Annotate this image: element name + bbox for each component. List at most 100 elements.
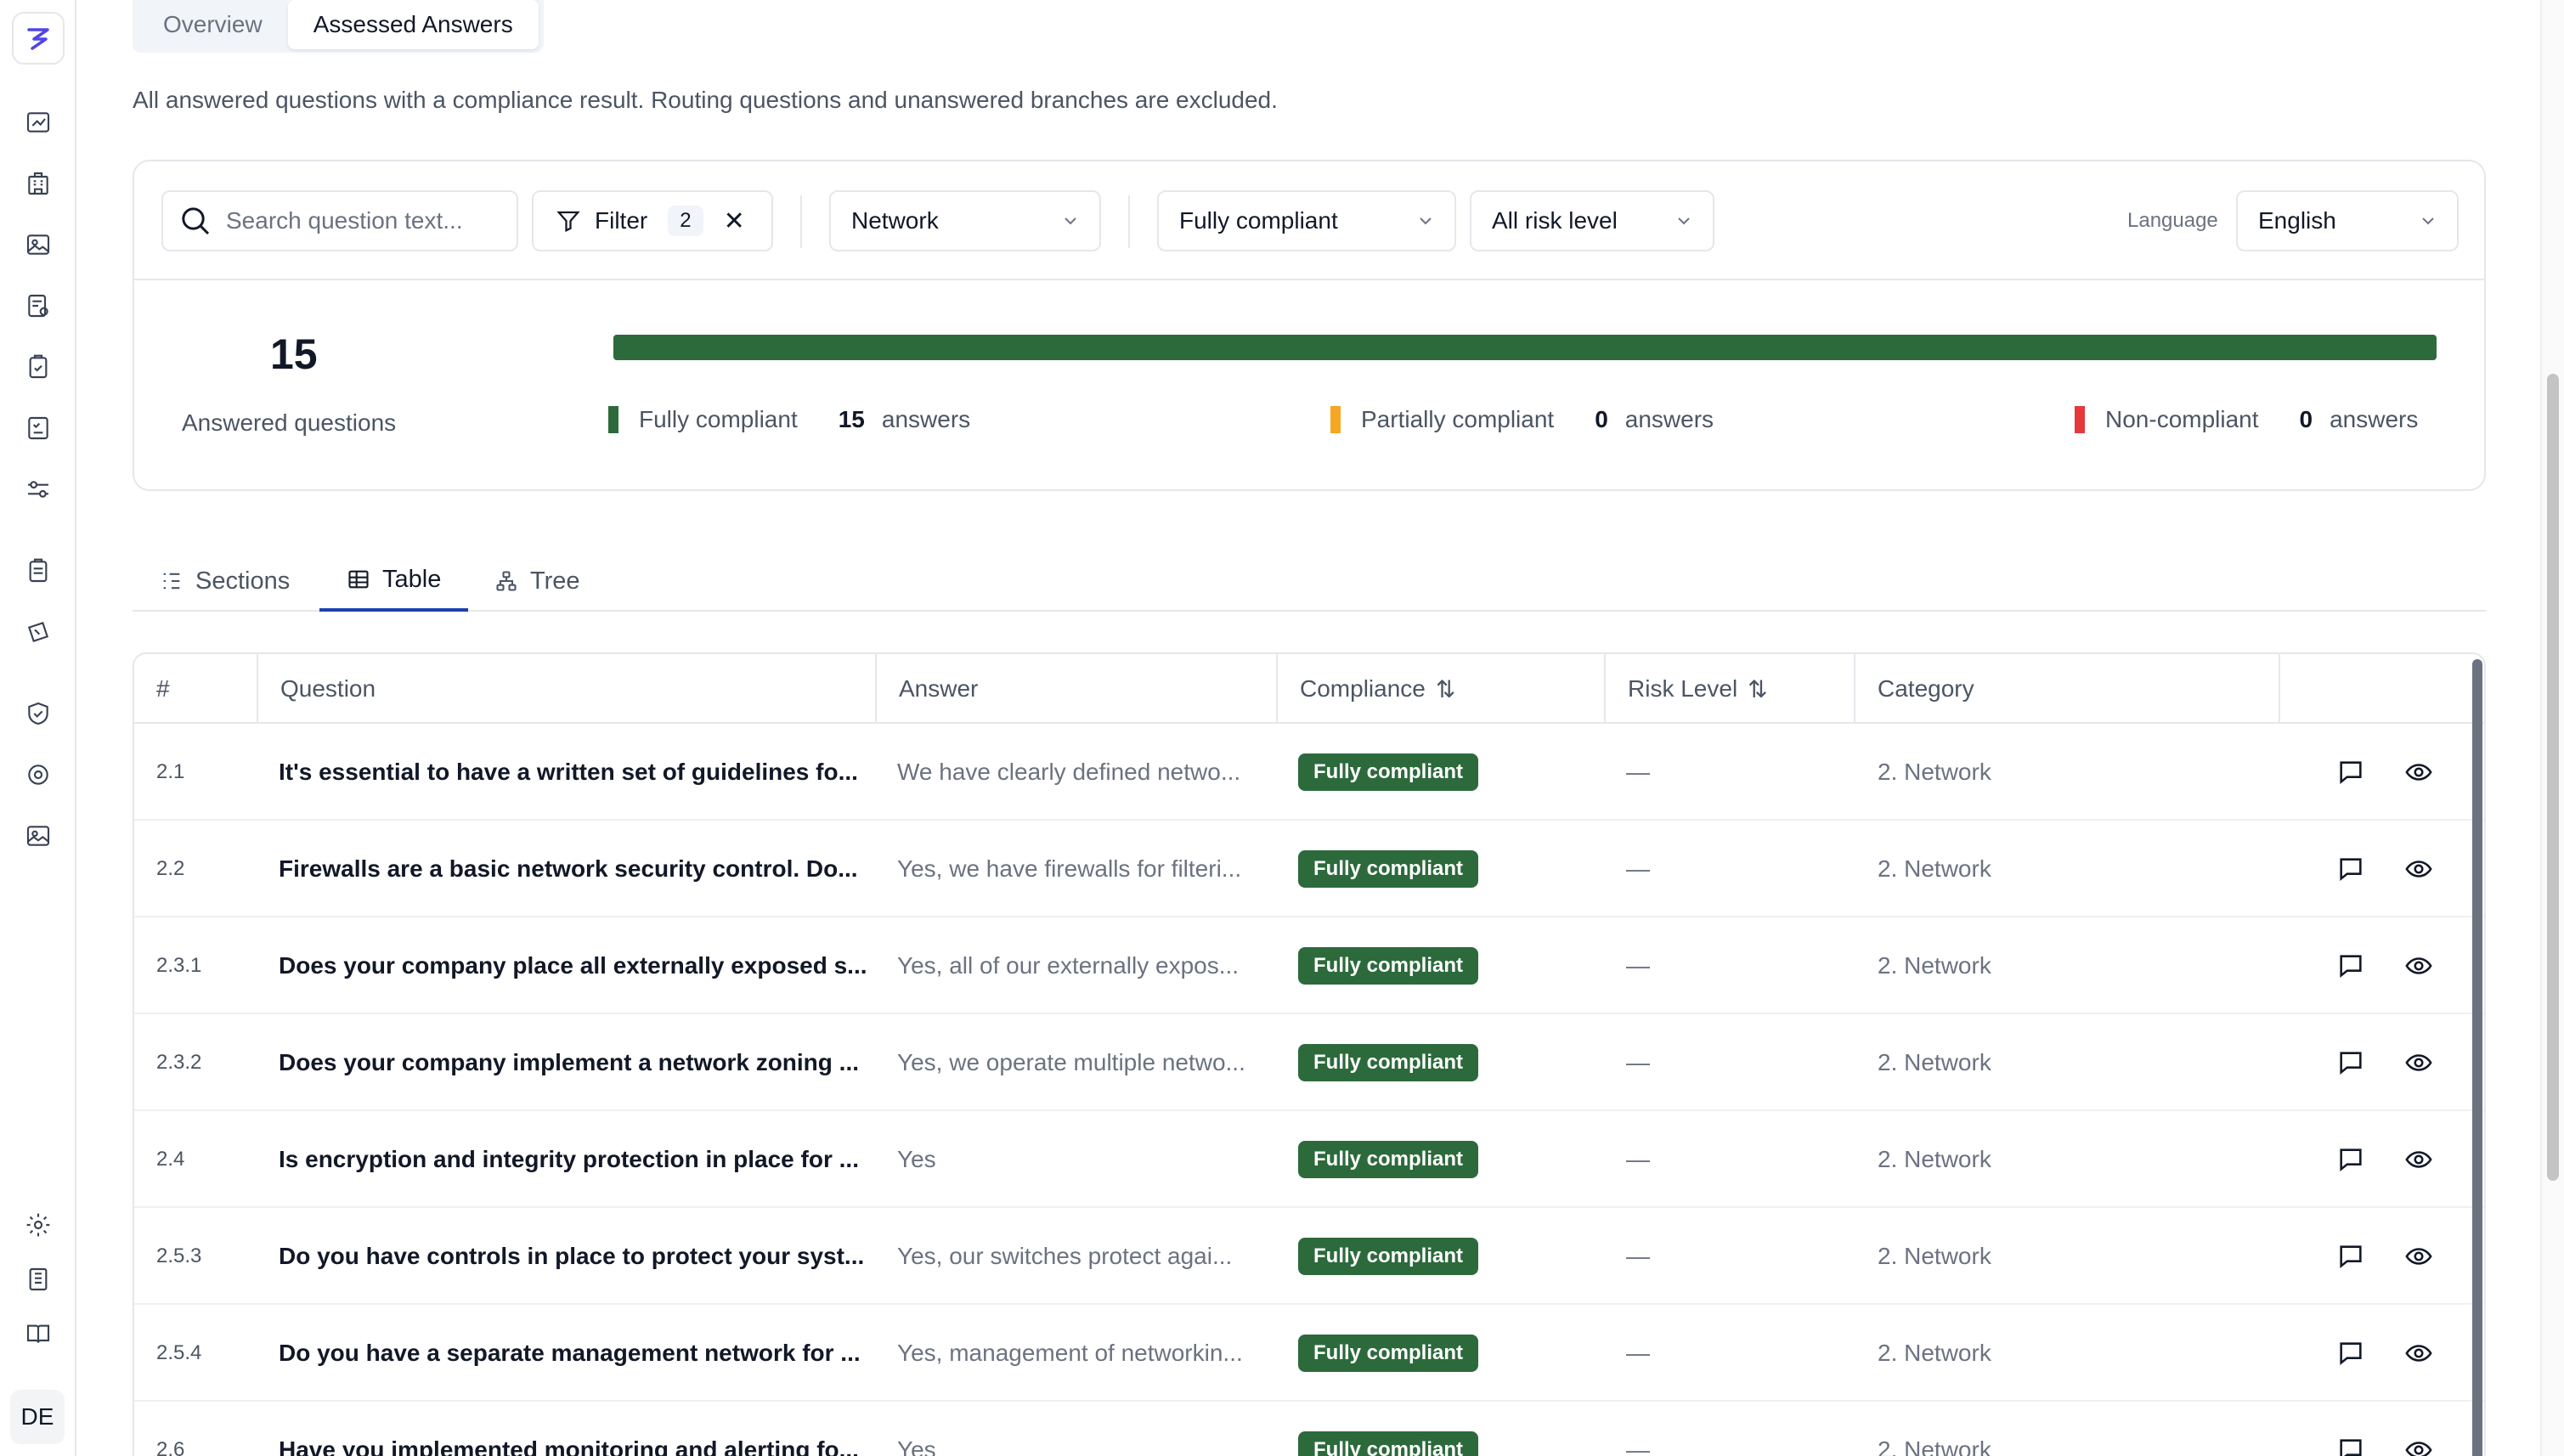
toolbar-divider [800, 195, 802, 248]
book-open-icon[interactable] [23, 1318, 54, 1349]
building-icon[interactable] [23, 168, 54, 199]
risk-select-value: All risk level [1492, 207, 1618, 234]
chevron-down-icon [1420, 217, 1432, 225]
legend-unit: answers [1624, 406, 1714, 432]
compliance-progress-bar [613, 335, 2437, 360]
language-label: Language [2127, 209, 2218, 232]
table-row[interactable]: 2.1 It's essential to have a written set … [134, 724, 2484, 821]
column-header-compliance[interactable]: Compliance ⇅ [1278, 654, 1606, 724]
column-header-answer: Answer [877, 654, 1278, 724]
avatar[interactable]: DE [10, 1390, 65, 1444]
comment-icon[interactable] [2336, 1111, 2365, 1208]
view-icon[interactable] [2404, 1111, 2433, 1208]
column-header-risk[interactable]: Risk Level ⇅ [1606, 654, 1855, 724]
tab-tree[interactable]: Tree [494, 550, 580, 612]
notebook-icon[interactable] [23, 1264, 54, 1295]
view-icon[interactable] [2404, 1402, 2433, 1456]
row-question: Have you implemented monitoring and aler… [279, 1436, 859, 1456]
view-icon[interactable] [2404, 724, 2433, 821]
page-scrollbar-thumb[interactable] [2547, 374, 2559, 1181]
answered-count: 15 [270, 330, 318, 378]
table-row[interactable]: 2.2 Firewalls are a basic network securit… [134, 821, 2484, 917]
row-answer: Yes [897, 1146, 936, 1172]
comment-icon[interactable] [2336, 821, 2365, 917]
clipboard-icon[interactable] [23, 556, 54, 586]
document-search-icon[interactable] [23, 291, 54, 321]
tab-overview[interactable]: Overview [138, 0, 288, 49]
table-row[interactable]: 2.5.4 Do you have a separate management n… [134, 1305, 2484, 1402]
search-placeholder: Search question text... [226, 207, 463, 234]
gallery-icon[interactable] [23, 821, 54, 851]
language-select-value: English [2258, 207, 2336, 234]
table-row[interactable]: 2.3.1 Does your company place all externa… [134, 917, 2484, 1014]
sliders-icon[interactable] [23, 474, 54, 505]
table-row[interactable]: 2.5.3 Do you have controls in place to pr… [134, 1208, 2484, 1305]
row-number: 2.4 [156, 1148, 185, 1171]
chevron-down-icon [2422, 217, 2434, 225]
row-question: Do you have a separate management networ… [279, 1340, 861, 1366]
row-answer: Yes, our switches protect agai... [897, 1243, 1233, 1269]
image-icon[interactable] [23, 229, 54, 260]
row-compliance: Fully compliant [1298, 1402, 1479, 1456]
view-icon[interactable] [2404, 821, 2433, 917]
sort-icon[interactable]: ⇅ [1436, 675, 1455, 703]
shield-check-icon[interactable] [23, 698, 54, 729]
row-risk-level: — [1626, 1243, 1650, 1269]
filter-icon [556, 211, 580, 233]
checklist-icon[interactable] [23, 413, 54, 443]
risk-select[interactable]: All risk level [1470, 190, 1714, 251]
sort-icon[interactable]: ⇅ [1748, 675, 1767, 703]
target-icon[interactable] [23, 759, 54, 790]
row-number: 2.2 [156, 857, 185, 880]
row-category: 2. Network [1878, 1049, 1991, 1075]
clipboard-check-icon[interactable] [23, 352, 54, 382]
comment-icon[interactable] [2336, 1402, 2365, 1456]
filter-label: Filter [595, 207, 648, 234]
column-header-label: Answer [899, 675, 979, 702]
summary-card: Search question text... Filter 2 ✕ Netwo… [133, 160, 2486, 491]
row-risk-level: — [1626, 1049, 1650, 1075]
tab-assessed-answers[interactable]: Assessed Answers [287, 0, 539, 49]
comment-icon[interactable] [2336, 1208, 2365, 1305]
legend-count: 0 [1595, 406, 1608, 432]
compliance-select[interactable]: Fully compliant [1157, 190, 1456, 251]
column-header-num: # [134, 654, 258, 724]
compliance-badge: Fully compliant [1298, 1335, 1479, 1372]
logo-icon[interactable] [12, 12, 65, 65]
view-tabs: Sections Table Tree [133, 550, 2486, 612]
view-icon[interactable] [2404, 1014, 2433, 1111]
search-icon [182, 207, 210, 235]
column-header-label: Compliance [1300, 675, 1426, 702]
category-select-value: Network [851, 207, 939, 234]
row-compliance: Fully compliant [1298, 724, 1479, 821]
legend-label: Partially compliant [1361, 406, 1555, 432]
clear-filter-icon[interactable]: ✕ [724, 206, 745, 236]
tickets-icon[interactable] [23, 617, 54, 647]
comment-icon[interactable] [2336, 1305, 2365, 1402]
row-compliance: Fully compliant [1298, 917, 1479, 1014]
comment-icon[interactable] [2336, 1014, 2365, 1111]
tab-sections[interactable]: Sections [160, 550, 290, 612]
table-row[interactable]: 2.3.2 Does your company implement a netwo… [134, 1014, 2484, 1111]
row-category: 2. Network [1878, 1436, 1991, 1456]
row-question: Firewalls are a basic network security c… [279, 855, 858, 882]
tab-table[interactable]: Table [319, 550, 469, 612]
language-select[interactable]: English [2236, 190, 2459, 251]
toolbar-divider [1128, 195, 1130, 248]
dashboard-icon[interactable] [23, 107, 54, 138]
category-select[interactable]: Network [829, 190, 1101, 251]
view-icon[interactable] [2404, 1208, 2433, 1305]
table-row[interactable]: 2.4 Is encryption and integrity protectio… [134, 1111, 2484, 1208]
settings-icon[interactable] [23, 1210, 54, 1240]
view-icon[interactable] [2404, 917, 2433, 1014]
comment-icon[interactable] [2336, 917, 2365, 1014]
legend-label: Fully compliant [639, 406, 798, 432]
table-scrollbar[interactable] [2472, 659, 2482, 1456]
comment-icon[interactable] [2336, 724, 2365, 821]
filter-button[interactable]: Filter 2 ✕ [532, 190, 773, 251]
table-row[interactable]: 2.6 Have you implemented monitoring and a… [134, 1402, 2484, 1456]
view-icon[interactable] [2404, 1305, 2433, 1402]
search-input[interactable]: Search question text... [161, 190, 518, 251]
row-number: 2.5.3 [156, 1244, 202, 1267]
row-risk-level: — [1626, 1436, 1650, 1456]
